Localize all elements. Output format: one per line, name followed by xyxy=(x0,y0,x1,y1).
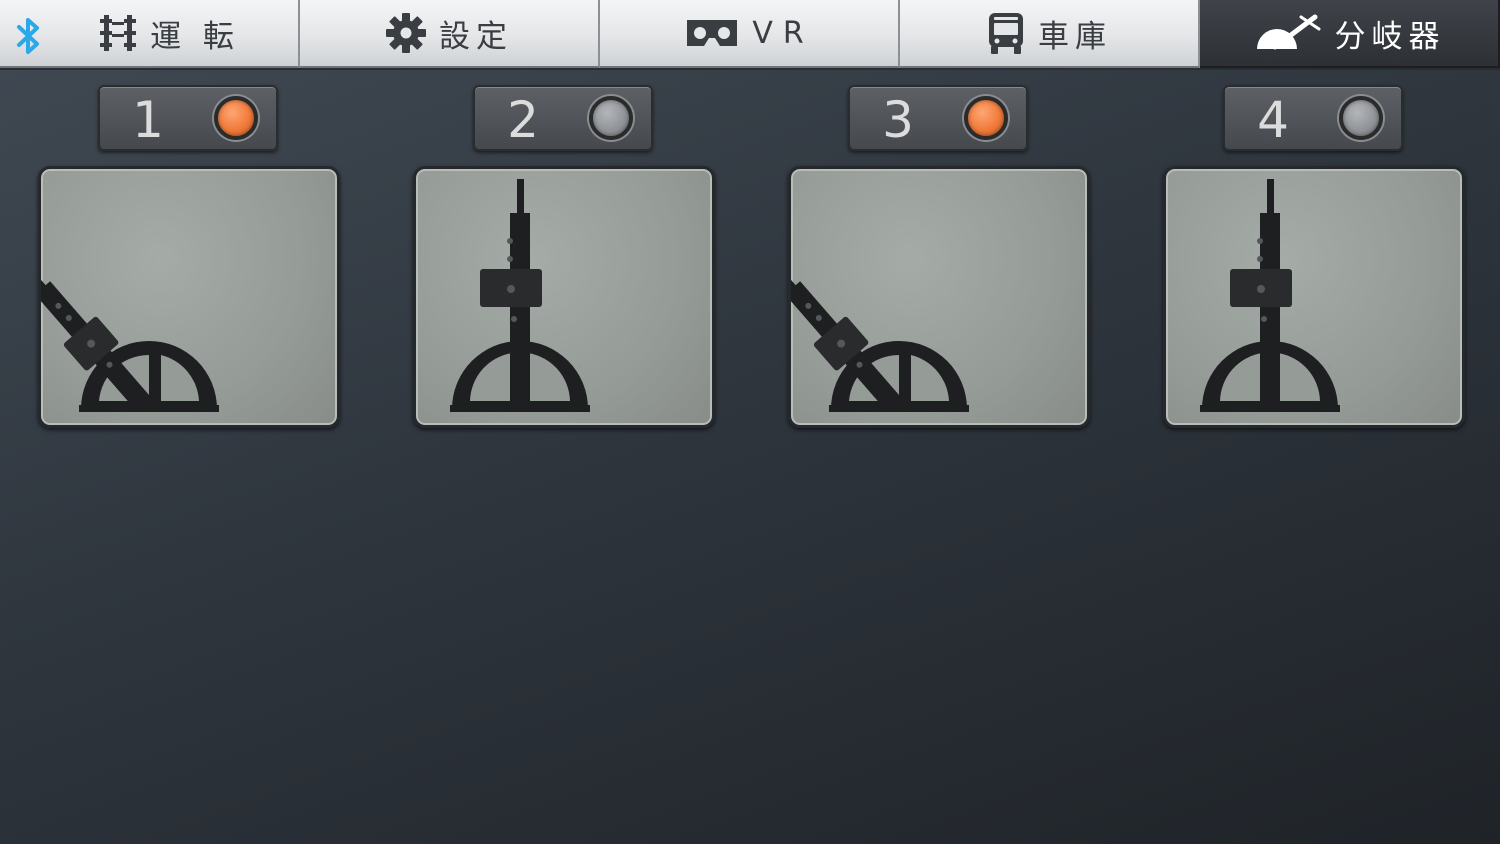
bluetooth-icon[interactable] xyxy=(14,16,44,60)
gear-icon xyxy=(385,12,427,54)
switch-panel-2: 2 xyxy=(413,85,723,435)
tab-settings-label: 設定 xyxy=(439,18,513,55)
switch-lever-button[interactable] xyxy=(788,166,1090,428)
switch-number: 4 xyxy=(1257,91,1289,149)
tab-garage-label: 車庫 xyxy=(1038,18,1112,55)
switch-number: 2 xyxy=(507,91,539,149)
switch-panel-3: 3 xyxy=(788,85,1098,435)
tab-driving-label: 運 転 xyxy=(150,18,240,55)
vr-headset-icon xyxy=(684,16,740,50)
switch-indicator-lamp xyxy=(214,96,258,140)
switch-number-plate: 3 xyxy=(848,85,1028,151)
switch-number-plate: 4 xyxy=(1223,85,1403,151)
switch-indicator-lamp xyxy=(1339,96,1383,140)
turnout-lever-diverging-icon xyxy=(41,262,219,413)
tab-vr-label: VR xyxy=(752,15,814,51)
switch-panel-1: 1 xyxy=(38,85,348,435)
switch-indicator-lamp xyxy=(964,96,1008,140)
switch-lever-button[interactable] xyxy=(38,166,340,428)
switch-number-plate: 1 xyxy=(98,85,278,151)
turnout-lever-diverging-icon xyxy=(791,262,969,413)
tab-bar: 運 転 設定 VR 車庫 分岐器 xyxy=(0,0,1500,70)
track-icon xyxy=(98,13,138,53)
turnout-lever-straight-icon xyxy=(450,179,590,412)
turnout-lever-straight-icon xyxy=(1200,179,1340,412)
tab-settings[interactable]: 設定 xyxy=(300,0,600,68)
tab-driving[interactable]: 運 転 xyxy=(0,0,300,68)
switch-number-plate: 2 xyxy=(473,85,653,151)
turnout-icon xyxy=(1253,13,1323,53)
switch-panel-4: 4 xyxy=(1163,85,1473,435)
tab-turnout-label: 分岐器 xyxy=(1334,18,1446,55)
switch-lever-button[interactable] xyxy=(413,166,715,428)
tab-vr[interactable]: VR xyxy=(600,0,900,68)
bus-icon xyxy=(986,11,1026,55)
switch-lever-button[interactable] xyxy=(1163,166,1465,428)
switch-number: 3 xyxy=(882,91,914,149)
tab-turnout[interactable]: 分岐器 xyxy=(1200,0,1500,68)
tab-garage[interactable]: 車庫 xyxy=(900,0,1200,68)
switch-indicator-lamp xyxy=(589,96,633,140)
switch-number: 1 xyxy=(132,91,164,149)
